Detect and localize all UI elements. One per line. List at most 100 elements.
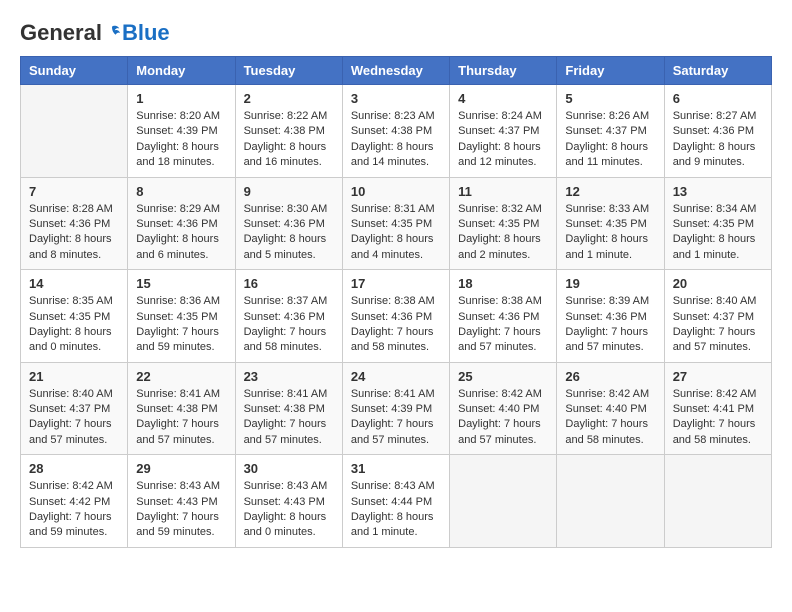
day-info: Sunrise: 8:23 AMSunset: 4:38 PMDaylight:… — [351, 109, 441, 171]
day-number: 30 — [244, 461, 334, 476]
day-number: 10 — [351, 184, 441, 199]
week-row-5: 28Sunrise: 8:42 AMSunset: 4:42 PMDayligh… — [21, 455, 772, 548]
day-number: 21 — [29, 369, 119, 384]
day-number: 18 — [458, 276, 548, 291]
day-number: 25 — [458, 369, 548, 384]
day-cell: 26Sunrise: 8:42 AMSunset: 4:40 PMDayligh… — [557, 362, 664, 455]
day-number: 5 — [565, 91, 655, 106]
day-info: Sunrise: 8:39 AMSunset: 4:36 PMDaylight:… — [565, 294, 655, 356]
day-number: 8 — [136, 184, 226, 199]
day-cell: 11 Sunrise: 8:32 AMSunset: 4:35 PMDayligh… — [450, 177, 557, 270]
day-info: Sunrise: 8:42 AMSunset: 4:40 PMDaylight:… — [565, 387, 655, 449]
day-number: 1 — [136, 91, 226, 106]
day-cell: 27 Sunrise: 8:42 AMSunset: 4:41 PMDayligh… — [664, 362, 771, 455]
day-number: 11 — [458, 184, 548, 199]
day-number: 28 — [29, 461, 119, 476]
day-info: Sunrise: 8:42 AMSunset: 4:40 PMDaylight:… — [458, 387, 548, 449]
day-cell: 31 Sunrise: 8:43 AMSunset: 4:44 PMDayligh… — [342, 455, 449, 548]
day-number: 29 — [136, 461, 226, 476]
logo-general: General — [20, 20, 102, 46]
day-info: Sunrise: 8:33 AMSunset: 4:35 PMDaylight:… — [565, 202, 655, 264]
day-number: 17 — [351, 276, 441, 291]
day-info: Sunrise: 8:29 AMSunset: 4:36 PMDaylight:… — [136, 202, 226, 264]
day-info: Sunrise: 8:27 AMSunset: 4:36 PMDaylight:… — [673, 109, 763, 171]
day-number: 6 — [673, 91, 763, 106]
weekday-header-wednesday: Wednesday — [342, 57, 449, 85]
day-info: Sunrise: 8:28 AMSunset: 4:36 PMDaylight:… — [29, 202, 119, 264]
day-info: Sunrise: 8:36 AMSunset: 4:35 PMDaylight:… — [136, 294, 226, 356]
day-info: Sunrise: 8:43 AMSunset: 4:44 PMDaylight:… — [351, 479, 441, 541]
day-cell: 19 Sunrise: 8:39 AMSunset: 4:36 PMDayligh… — [557, 270, 664, 363]
day-cell: 29 Sunrise: 8:43 AMSunset: 4:43 PMDayligh… — [128, 455, 235, 548]
day-info: Sunrise: 8:40 AMSunset: 4:37 PMDaylight:… — [673, 294, 763, 356]
day-cell: 15 Sunrise: 8:36 AMSunset: 4:35 PMDayligh… — [128, 270, 235, 363]
week-row-2: 7 Sunrise: 8:28 AMSunset: 4:36 PMDaylight… — [21, 177, 772, 270]
week-row-1: 1 Sunrise: 8:20 AMSunset: 4:39 PMDaylight… — [21, 85, 772, 178]
day-cell: 8 Sunrise: 8:29 AMSunset: 4:36 PMDaylight… — [128, 177, 235, 270]
weekday-header-monday: Monday — [128, 57, 235, 85]
day-cell: 30 Sunrise: 8:43 AMSunset: 4:43 PMDayligh… — [235, 455, 342, 548]
day-cell: 23Sunrise: 8:41 AMSunset: 4:38 PMDayligh… — [235, 362, 342, 455]
day-cell: 16Sunrise: 8:37 AMSunset: 4:36 PMDayligh… — [235, 270, 342, 363]
day-number: 20 — [673, 276, 763, 291]
day-info: Sunrise: 8:38 AMSunset: 4:36 PMDaylight:… — [351, 294, 441, 356]
day-number: 16 — [244, 276, 334, 291]
day-info: Sunrise: 8:40 AMSunset: 4:37 PMDaylight:… — [29, 387, 119, 449]
day-info: Sunrise: 8:34 AMSunset: 4:35 PMDaylight:… — [673, 202, 763, 264]
day-cell: 12 Sunrise: 8:33 AMSunset: 4:35 PMDayligh… — [557, 177, 664, 270]
day-info: Sunrise: 8:41 AMSunset: 4:38 PMDaylight:… — [136, 387, 226, 449]
day-cell: 1 Sunrise: 8:20 AMSunset: 4:39 PMDaylight… — [128, 85, 235, 178]
day-cell: 25 Sunrise: 8:42 AMSunset: 4:40 PMDayligh… — [450, 362, 557, 455]
day-cell: 3Sunrise: 8:23 AMSunset: 4:38 PMDaylight… — [342, 85, 449, 178]
day-number: 31 — [351, 461, 441, 476]
day-number: 19 — [565, 276, 655, 291]
day-cell: 7 Sunrise: 8:28 AMSunset: 4:36 PMDaylight… — [21, 177, 128, 270]
day-info: Sunrise: 8:32 AMSunset: 4:35 PMDaylight:… — [458, 202, 548, 264]
day-cell: 6 Sunrise: 8:27 AMSunset: 4:36 PMDaylight… — [664, 85, 771, 178]
day-cell: 17 Sunrise: 8:38 AMSunset: 4:36 PMDayligh… — [342, 270, 449, 363]
day-cell: 13 Sunrise: 8:34 AMSunset: 4:35 PMDayligh… — [664, 177, 771, 270]
weekday-header-friday: Friday — [557, 57, 664, 85]
day-info: Sunrise: 8:20 AMSunset: 4:39 PMDaylight:… — [136, 109, 226, 171]
weekday-header-thursday: Thursday — [450, 57, 557, 85]
day-cell — [450, 455, 557, 548]
day-info: Sunrise: 8:43 AMSunset: 4:43 PMDaylight:… — [244, 479, 334, 541]
weekday-header-tuesday: Tuesday — [235, 57, 342, 85]
day-number: 2 — [244, 91, 334, 106]
logo-bird-icon — [103, 24, 121, 42]
day-cell — [21, 85, 128, 178]
day-cell: 24Sunrise: 8:41 AMSunset: 4:39 PMDayligh… — [342, 362, 449, 455]
day-info: Sunrise: 8:42 AMSunset: 4:41 PMDaylight:… — [673, 387, 763, 449]
day-cell: 5 Sunrise: 8:26 AMSunset: 4:37 PMDaylight… — [557, 85, 664, 178]
logo-blue: Blue — [122, 20, 170, 46]
day-number: 12 — [565, 184, 655, 199]
logo: General Blue — [20, 20, 170, 46]
day-info: Sunrise: 8:31 AMSunset: 4:35 PMDaylight:… — [351, 202, 441, 264]
weekday-header-sunday: Sunday — [21, 57, 128, 85]
weekday-header-row: SundayMondayTuesdayWednesdayThursdayFrid… — [21, 57, 772, 85]
day-cell: 9 Sunrise: 8:30 AMSunset: 4:36 PMDaylight… — [235, 177, 342, 270]
day-number: 27 — [673, 369, 763, 384]
day-cell: 10 Sunrise: 8:31 AMSunset: 4:35 PMDayligh… — [342, 177, 449, 270]
day-info: Sunrise: 8:41 AMSunset: 4:38 PMDaylight:… — [244, 387, 334, 449]
page-header: General Blue — [20, 20, 772, 46]
day-number: 15 — [136, 276, 226, 291]
day-info: Sunrise: 8:26 AMSunset: 4:37 PMDaylight:… — [565, 109, 655, 171]
day-number: 13 — [673, 184, 763, 199]
day-info: Sunrise: 8:41 AMSunset: 4:39 PMDaylight:… — [351, 387, 441, 449]
day-cell: 14 Sunrise: 8:35 AMSunset: 4:35 PMDayligh… — [21, 270, 128, 363]
day-info: Sunrise: 8:30 AMSunset: 4:36 PMDaylight:… — [244, 202, 334, 264]
day-number: 22 — [136, 369, 226, 384]
weekday-header-saturday: Saturday — [664, 57, 771, 85]
day-info: Sunrise: 8:22 AMSunset: 4:38 PMDaylight:… — [244, 109, 334, 171]
day-number: 14 — [29, 276, 119, 291]
day-number: 9 — [244, 184, 334, 199]
day-cell: 2 Sunrise: 8:22 AMSunset: 4:38 PMDaylight… — [235, 85, 342, 178]
day-info: Sunrise: 8:43 AMSunset: 4:43 PMDaylight:… — [136, 479, 226, 541]
day-number: 4 — [458, 91, 548, 106]
calendar-table: SundayMondayTuesdayWednesdayThursdayFrid… — [20, 56, 772, 548]
week-row-4: 21 Sunrise: 8:40 AMSunset: 4:37 PMDayligh… — [21, 362, 772, 455]
day-info: Sunrise: 8:35 AMSunset: 4:35 PMDaylight:… — [29, 294, 119, 356]
week-row-3: 14 Sunrise: 8:35 AMSunset: 4:35 PMDayligh… — [21, 270, 772, 363]
day-number: 7 — [29, 184, 119, 199]
